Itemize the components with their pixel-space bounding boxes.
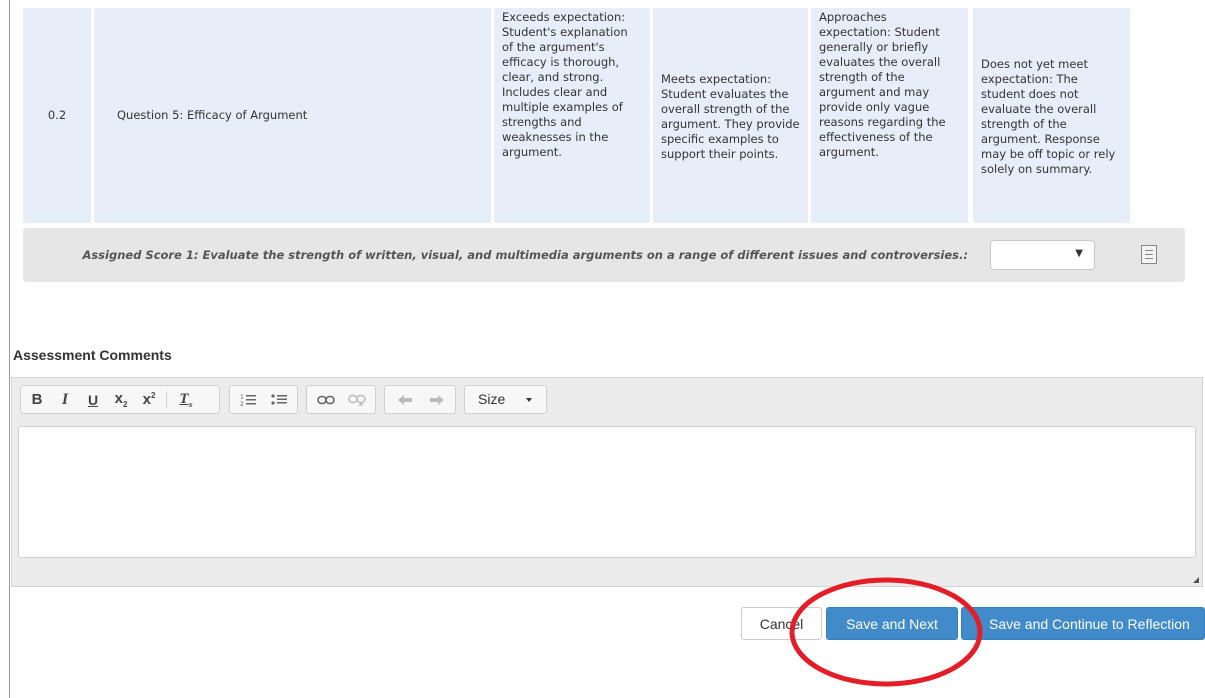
- superscript-icon-mark: 2: [150, 391, 156, 400]
- cancel-button[interactable]: Cancel: [741, 607, 822, 640]
- rubric-weight: 0.2: [23, 8, 91, 223]
- unlink-icon: [348, 394, 366, 406]
- subscript-button[interactable]: x2: [108, 386, 134, 413]
- remove-format-button[interactable]: Tx: [171, 386, 201, 413]
- numbered-list-button[interactable]: 12: [234, 386, 262, 413]
- superscript-icon-letter: x: [142, 391, 151, 408]
- rubric-level-exceeds[interactable]: Exceeds expectation: Student's explanati…: [494, 8, 650, 223]
- rubric-criterion: Question 5: Efficacy of Argument: [94, 8, 491, 223]
- toolbar-group-undo: [384, 385, 456, 414]
- assigned-score-label: Assigned Score 1: Evaluate the strength …: [82, 248, 968, 262]
- bulleted-list-icon: [271, 393, 287, 405]
- redo-button[interactable]: [423, 386, 451, 413]
- font-size-label: Size: [478, 391, 506, 407]
- rubric-level-not-yet[interactable]: Does not yet meet expectation: The stude…: [973, 8, 1130, 223]
- bold-button[interactable]: B: [24, 386, 50, 413]
- toolbar-group-lists: 12: [229, 385, 298, 414]
- superscript-button[interactable]: x2: [136, 386, 162, 413]
- page-left-border: [9, 0, 10, 698]
- notepad-icon[interactable]: [1141, 245, 1157, 264]
- save-and-next-button[interactable]: Save and Next: [826, 607, 958, 640]
- italic-button[interactable]: I: [52, 386, 78, 413]
- assigned-score-bar: Assigned Score 1: Evaluate the strength …: [23, 228, 1185, 282]
- bulleted-list-button[interactable]: [265, 386, 293, 413]
- comments-text-area[interactable]: [18, 426, 1196, 558]
- subscript-icon-mark: 2: [122, 400, 128, 409]
- subscript-icon-letter: x: [114, 390, 123, 407]
- underline-button[interactable]: U: [80, 386, 106, 413]
- assigned-score-select[interactable]: ▼: [990, 240, 1095, 270]
- svg-text:1: 1: [240, 394, 244, 401]
- toolbar-separator: [166, 391, 167, 408]
- toolbar-group-basic-styles: B I U x2 x2 Tx: [20, 385, 220, 414]
- resize-handle-icon[interactable]: [1193, 577, 1199, 583]
- save-and-continue-to-reflection-button[interactable]: Save and Continue to Reflection: [961, 607, 1205, 640]
- caret-down-icon: [526, 398, 532, 402]
- undo-icon: [398, 394, 412, 405]
- link-icon: [317, 395, 335, 404]
- rubric-level-approaches[interactable]: Approaches expectation: Student generall…: [811, 8, 968, 223]
- numbered-list-icon: 12: [240, 394, 256, 407]
- comments-editor: B I U x2 x2 Tx 12 Size: [11, 377, 1203, 587]
- caret-down-icon: ▼: [1075, 248, 1083, 259]
- underline-icon: U: [87, 391, 99, 408]
- remove-format-icon-mark: x: [188, 399, 193, 409]
- assessment-comments-heading: Assessment Comments: [13, 347, 172, 363]
- italic-icon: I: [61, 390, 69, 408]
- remove-format-icon-letter: T: [179, 390, 189, 407]
- toolbar-group-links: [306, 385, 376, 414]
- remove-format-icon: Tx: [179, 391, 192, 409]
- rubric-level-meets[interactable]: Meets expectation: Student evaluates the…: [653, 8, 808, 223]
- unlink-button[interactable]: [343, 386, 371, 413]
- bold-icon: B: [31, 391, 43, 408]
- font-size-dropdown[interactable]: Size: [464, 385, 547, 414]
- subscript-icon: x2: [115, 390, 128, 409]
- redo-icon: [430, 394, 444, 405]
- svg-text:2: 2: [240, 401, 244, 407]
- undo-button[interactable]: [391, 386, 419, 413]
- superscript-icon: x2: [143, 391, 156, 408]
- link-button[interactable]: [312, 386, 340, 413]
